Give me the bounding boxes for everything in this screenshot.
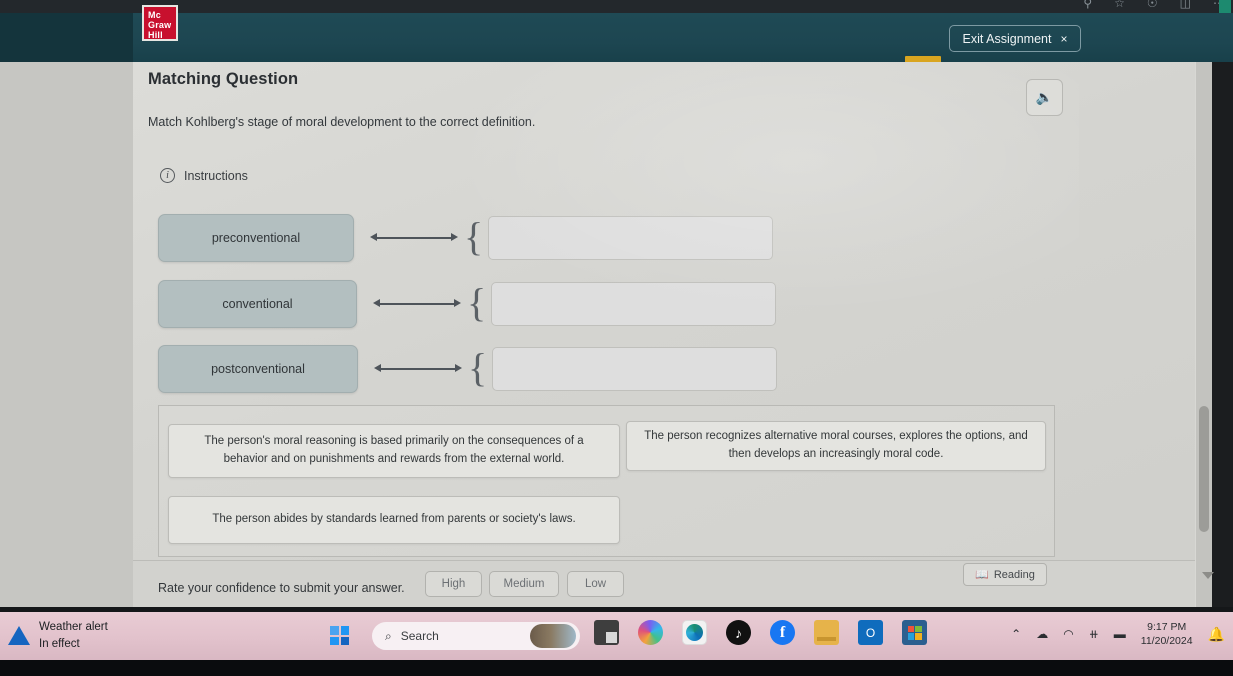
info-icon-glyph: i <box>166 169 169 181</box>
drop-zone-conventional[interactable] <box>491 282 777 326</box>
answer-option[interactable]: The person's moral reasoning is based pr… <box>168 424 620 478</box>
book-icon: 📖 <box>975 569 989 581</box>
logo-line-2: Graw <box>148 20 172 30</box>
reading-label: Reading <box>993 568 1035 581</box>
scrollbar-thumb[interactable] <box>1199 406 1209 532</box>
connector-line <box>376 237 452 239</box>
drop-zone-preconventional[interactable] <box>488 216 774 260</box>
exit-assignment-label: Exit Assignment <box>962 31 1052 46</box>
question-prompt: Match Kohlberg's stage of moral developm… <box>148 115 536 129</box>
term-label: postconventional <box>211 362 305 376</box>
browser-profile-indicator <box>1219 0 1231 13</box>
term-box-postconventional[interactable]: postconventional <box>158 345 358 393</box>
page-left-gutter <box>0 62 133 607</box>
weather-alert-icon <box>8 626 30 646</box>
edge-glyph <box>686 624 703 641</box>
search-input[interactable]: ⌕ Search <box>372 622 580 650</box>
bookmark-icon[interactable]: ☆ <box>1114 0 1125 10</box>
windows-taskbar: Weather alert In effect ⌕ Search ♪ f O ⌃… <box>0 612 1233 660</box>
clock-time: 9:17 PM <box>1147 621 1187 633</box>
notification-bell-icon[interactable]: 🔔 <box>1208 626 1225 643</box>
confidence-label: Rate your confidence to submit your answ… <box>158 581 405 595</box>
page-right-gutter <box>1212 62 1233 607</box>
speaker-icon: 🔈 <box>1035 89 1054 105</box>
task-view-icon[interactable] <box>594 620 619 645</box>
read-aloud-button[interactable]: 🔈 <box>1026 79 1063 116</box>
weather-alert-widget[interactable]: Weather alert In effect <box>8 619 108 652</box>
term-label: preconventional <box>211 231 301 245</box>
term-box-conventional[interactable]: conventional <box>158 280 357 328</box>
arrow-right-icon <box>451 233 458 241</box>
matching-row: conventional { <box>158 280 777 328</box>
split-screen-icon[interactable]: ◫ <box>1180 0 1191 10</box>
connector-line <box>379 303 455 305</box>
term-label: conventional <box>222 297 293 311</box>
close-icon[interactable]: × <box>1060 32 1067 46</box>
collections-icon[interactable]: ☉ <box>1147 0 1158 10</box>
search-highlight-thumbnail <box>530 624 576 648</box>
info-icon: i <box>160 168 175 183</box>
weather-alert-title: Weather alert <box>39 621 108 633</box>
mcgraw-hill-logo: Mc Graw Hill <box>142 5 178 41</box>
exit-assignment-button[interactable]: Exit Assignment × <box>949 25 1081 52</box>
arrow-right-icon <box>455 364 462 372</box>
logo-line-1: Mc <box>148 10 161 20</box>
laptop-screen-photo: ⚲ ☆ ☉ ◫ ⋯ Mc Graw Hill Exit Assignment ×… <box>0 0 1233 676</box>
wifi-icon[interactable]: ◠ <box>1063 627 1073 641</box>
instructions-row[interactable]: i Instructions <box>160 168 248 183</box>
matching-row: preconventional { <box>158 214 774 262</box>
microsoft-store-icon[interactable] <box>902 620 927 645</box>
term-box-preconventional[interactable]: preconventional <box>158 214 354 262</box>
confidence-medium-button[interactable]: Medium <box>489 571 559 597</box>
search-icon[interactable]: ⚲ <box>1083 0 1092 10</box>
header-left-shadow <box>0 13 133 63</box>
answer-options-panel: The person's moral reasoning is based pr… <box>158 405 1055 557</box>
store-glyph <box>907 625 922 640</box>
facebook-icon[interactable]: f <box>770 620 795 645</box>
taskbar-app-icons: ♪ f O <box>594 620 927 645</box>
connector-arrow <box>370 228 458 248</box>
weather-alert-text: Weather alert In effect <box>39 619 108 652</box>
tray-expand-icon[interactable]: ⌃ <box>1011 627 1021 641</box>
logo-line-3: Hill <box>148 30 163 40</box>
clock[interactable]: 9:17 PM 11/20/2024 <box>1141 620 1193 648</box>
browser-toolbar: ⚲ ☆ ☉ ◫ ⋯ <box>0 0 1233 14</box>
volume-icon[interactable]: ⧺ <box>1089 627 1099 641</box>
drop-zone-postconventional[interactable] <box>492 347 778 391</box>
windows-start-icon[interactable] <box>330 626 349 645</box>
answer-option[interactable]: The person abides by standards learned f… <box>168 496 620 544</box>
connector-line <box>380 368 456 370</box>
confidence-high-button[interactable]: High <box>425 571 482 597</box>
page-title: Matching Question <box>148 70 299 88</box>
arrow-right-icon <box>454 299 461 307</box>
connector-arrow <box>374 359 462 379</box>
connector-arrow <box>373 294 461 314</box>
search-icon: ⌕ <box>385 628 392 643</box>
answer-option[interactable]: The person recognizes alternative moral … <box>626 421 1046 471</box>
instructions-label: Instructions <box>184 168 248 183</box>
laptop-bezel <box>0 660 1233 676</box>
weather-alert-subtitle: In effect <box>39 637 80 650</box>
matching-row: postconventional { <box>158 345 778 393</box>
search-placeholder: Search <box>400 629 439 643</box>
app-header: Mc Graw Hill Exit Assignment × <box>0 5 1233 63</box>
battery-icon[interactable]: ▬ <box>1114 627 1126 641</box>
copilot-icon[interactable] <box>638 620 663 645</box>
scroll-down-icon[interactable] <box>1202 572 1214 579</box>
outlook-icon[interactable]: O <box>858 620 883 645</box>
browser-toolbar-icons: ⚲ ☆ ☉ ◫ ⋯ <box>1083 0 1225 10</box>
file-explorer-icon[interactable] <box>814 620 839 645</box>
reading-button[interactable]: 📖 Reading <box>963 563 1047 586</box>
system-tray: ⌃ ☁ ◠ ⧺ ▬ 9:17 PM 11/20/2024 🔔 <box>1011 620 1225 648</box>
cloud-icon[interactable]: ☁ <box>1036 627 1048 641</box>
tiktok-icon[interactable]: ♪ <box>726 620 751 645</box>
assignment-footer: Rate your confidence to submit your answ… <box>133 560 1195 607</box>
confidence-low-button[interactable]: Low <box>567 571 624 597</box>
edge-icon[interactable] <box>682 620 707 645</box>
clock-date: 11/20/2024 <box>1140 635 1193 648</box>
